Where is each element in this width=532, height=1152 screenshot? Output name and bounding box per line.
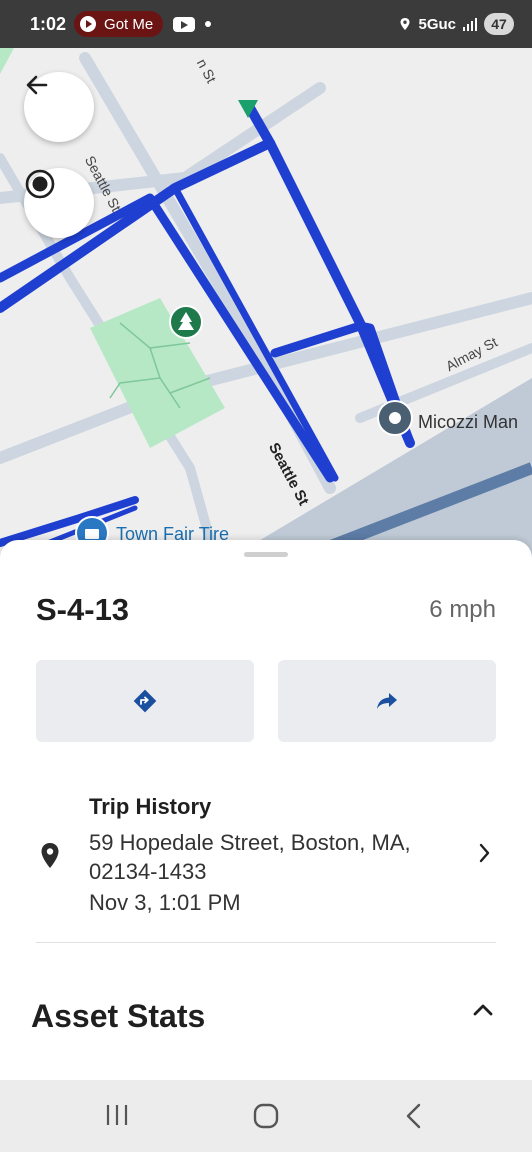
back-button[interactable] — [24, 72, 94, 142]
arrow-left-icon — [26, 75, 48, 95]
play-icon — [80, 16, 97, 32]
drag-handle[interactable] — [244, 552, 288, 557]
recents-button[interactable] — [104, 1102, 130, 1128]
chevron-left-icon — [406, 1103, 421, 1129]
recents-icon — [106, 1105, 128, 1125]
system-back-button[interactable] — [402, 1102, 426, 1130]
map-label-micozzi[interactable]: Micozzi Man — [418, 412, 518, 433]
media-chip[interactable]: Got Me — [74, 11, 164, 37]
asset-bottom-sheet: S-4-13 6 mph Trip History 59 Hopedale St… — [0, 540, 532, 1080]
divider — [36, 942, 496, 943]
asset-speed: 6 mph — [429, 596, 496, 623]
status-indicators: 5Guc 47 — [398, 13, 514, 35]
location-pin-icon — [41, 843, 59, 868]
home-icon — [253, 1103, 279, 1129]
status-bar: 1:02 Got Me 5Guc 47 — [0, 0, 532, 48]
directions-button[interactable] — [36, 660, 254, 742]
trip-history-title: Trip History — [89, 794, 212, 819]
chevron-right-icon — [479, 843, 490, 863]
system-nav-bar — [0, 1080, 532, 1152]
asset-name: S-4-13 — [36, 592, 130, 627]
network-type: 5Guc — [418, 15, 456, 33]
trip-address: 59 Hopedale Street, Boston, MA, 02134-14… — [89, 830, 411, 884]
share-button[interactable] — [278, 660, 496, 742]
signal-icon — [463, 18, 477, 31]
home-button[interactable] — [252, 1102, 280, 1130]
recenter-button[interactable] — [24, 168, 94, 238]
directions-icon — [133, 689, 157, 713]
chevron-up-icon[interactable] — [472, 1002, 494, 1018]
trip-time: Nov 3, 1:01 PM — [89, 890, 241, 915]
trip-history-row[interactable]: Trip History 59 Hopedale Street, Boston,… — [0, 790, 532, 920]
youtube-icon — [173, 16, 196, 32]
target-icon — [25, 169, 55, 199]
status-time: 1:02 — [30, 13, 67, 34]
media-chip-label: Got Me — [104, 15, 154, 33]
location-icon — [400, 18, 410, 30]
map-view[interactable]: n St Seattle St Seattle St Almay St Mico… — [0, 48, 532, 558]
notification-dot-icon — [205, 21, 212, 27]
share-arrow-icon — [377, 693, 397, 709]
asset-stats-title[interactable]: Asset Stats — [31, 998, 205, 1035]
battery-indicator: 47 — [484, 13, 514, 35]
